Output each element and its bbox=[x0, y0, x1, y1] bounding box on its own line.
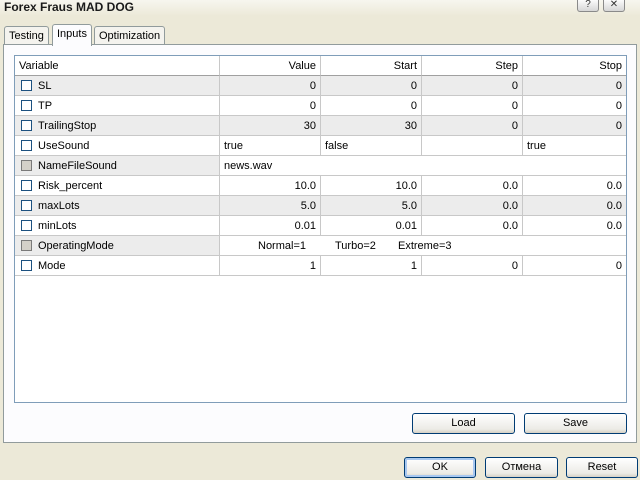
mode-option: Extreme=3 bbox=[398, 240, 452, 252]
variable-name: Mode bbox=[38, 260, 66, 272]
optimize-checkbox[interactable] bbox=[21, 180, 32, 191]
optimize-checkbox-disabled bbox=[21, 240, 32, 251]
value-cell[interactable]: news.wav bbox=[220, 156, 626, 176]
column-header-step[interactable]: Step bbox=[422, 56, 523, 76]
stop-cell[interactable]: 0.0 bbox=[523, 196, 626, 216]
table-row[interactable]: TrailingStop 30 30 0 0 bbox=[15, 116, 626, 136]
table-row[interactable]: TP 0 0 0 0 bbox=[15, 96, 626, 116]
table-row[interactable]: UseSound true false true bbox=[15, 136, 626, 156]
optimize-checkbox[interactable] bbox=[21, 100, 32, 111]
help-icon: ? bbox=[585, 0, 591, 10]
stop-cell[interactable]: 0.0 bbox=[523, 216, 626, 236]
variable-name: maxLots bbox=[38, 200, 80, 212]
variable-name: Risk_percent bbox=[38, 180, 103, 192]
value-cell[interactable]: 30 bbox=[220, 116, 321, 136]
start-cell[interactable]: 0 bbox=[321, 76, 422, 96]
value-cell[interactable]: 0.01 bbox=[220, 216, 321, 236]
window-title: Forex Fraus MAD DOG bbox=[4, 0, 135, 14]
help-button[interactable]: ? bbox=[577, 0, 599, 12]
value-cell[interactable]: 10.0 bbox=[220, 176, 321, 196]
tab-inputs[interactable]: Inputs bbox=[52, 24, 92, 46]
optimize-checkbox[interactable] bbox=[21, 140, 32, 151]
mode-option: Turbo=2 bbox=[335, 240, 376, 252]
column-header-variable[interactable]: Variable bbox=[15, 56, 220, 76]
optimize-checkbox[interactable] bbox=[21, 220, 32, 231]
start-cell[interactable]: 0.01 bbox=[321, 216, 422, 236]
column-header-stop[interactable]: Stop bbox=[523, 56, 626, 76]
variable-name: OperatingMode bbox=[38, 240, 114, 252]
optimize-checkbox[interactable] bbox=[21, 260, 32, 271]
step-cell[interactable] bbox=[422, 136, 523, 156]
table-row[interactable]: NameFileSound news.wav bbox=[15, 156, 626, 176]
mode-option: Normal=1 bbox=[258, 240, 306, 252]
title-bar: Forex Fraus MAD DOG ? ✕ bbox=[0, 0, 640, 16]
step-cell[interactable]: 0.0 bbox=[422, 196, 523, 216]
table-row[interactable]: SL 0 0 0 0 bbox=[15, 76, 626, 96]
variable-name: UseSound bbox=[38, 140, 90, 152]
table-row[interactable]: OperatingMode Normal=1 Turbo=2 Extreme=3 bbox=[15, 236, 626, 256]
ok-button[interactable]: OK bbox=[404, 457, 476, 478]
variable-name: SL bbox=[38, 80, 52, 92]
cancel-button[interactable]: Отмена bbox=[485, 457, 558, 478]
start-cell[interactable]: 5.0 bbox=[321, 196, 422, 216]
table-row[interactable]: Risk_percent 10.0 10.0 0.0 0.0 bbox=[15, 176, 626, 196]
stop-cell[interactable]: 0 bbox=[523, 256, 626, 276]
column-header-start[interactable]: Start bbox=[321, 56, 422, 76]
optimize-checkbox[interactable] bbox=[21, 120, 32, 131]
optimize-checkbox[interactable] bbox=[21, 200, 32, 211]
step-cell[interactable]: 0 bbox=[422, 256, 523, 276]
variable-name: TrailingStop bbox=[38, 120, 97, 132]
table-row[interactable]: minLots 0.01 0.01 0.0 0.0 bbox=[15, 216, 626, 236]
reset-button[interactable]: Reset bbox=[566, 457, 638, 478]
start-cell[interactable]: 0 bbox=[321, 96, 422, 116]
stop-cell[interactable]: 0 bbox=[523, 116, 626, 136]
tab-testing[interactable]: Testing bbox=[4, 26, 49, 45]
step-cell[interactable]: 0 bbox=[422, 116, 523, 136]
close-button[interactable]: ✕ bbox=[603, 0, 625, 12]
value-cell[interactable]: 5.0 bbox=[220, 196, 321, 216]
step-cell[interactable]: 0 bbox=[422, 96, 523, 116]
stop-cell[interactable]: 0 bbox=[523, 76, 626, 96]
tab-optimization[interactable]: Optimization bbox=[94, 26, 166, 45]
variable-name: NameFileSound bbox=[38, 160, 117, 172]
optimize-checkbox-disabled bbox=[21, 160, 32, 171]
table-header: Variable Value Start Step Stop bbox=[15, 56, 626, 76]
column-header-value[interactable]: Value bbox=[220, 56, 321, 76]
table-row[interactable]: maxLots 5.0 5.0 0.0 0.0 bbox=[15, 196, 626, 216]
start-cell[interactable]: 1 bbox=[321, 256, 422, 276]
step-cell[interactable]: 0 bbox=[422, 76, 523, 96]
table-row[interactable]: Mode 1 1 0 0 bbox=[15, 256, 626, 276]
start-cell[interactable]: 30 bbox=[321, 116, 422, 136]
step-cell[interactable]: 0.0 bbox=[422, 176, 523, 196]
start-cell[interactable]: false bbox=[321, 136, 422, 156]
variable-name: TP bbox=[38, 100, 53, 112]
stop-cell[interactable]: 0 bbox=[523, 96, 626, 116]
stop-cell[interactable]: 0.0 bbox=[523, 176, 626, 196]
step-cell[interactable]: 0.0 bbox=[422, 216, 523, 236]
load-button[interactable]: Load bbox=[412, 413, 515, 434]
save-button[interactable]: Save bbox=[524, 413, 627, 434]
value-cell[interactable]: 1 bbox=[220, 256, 321, 276]
stop-cell[interactable]: true bbox=[523, 136, 626, 156]
variable-name: minLots bbox=[38, 220, 77, 232]
optimize-checkbox[interactable] bbox=[21, 80, 32, 91]
value-cell[interactable]: true bbox=[220, 136, 321, 156]
inputs-table: Variable Value Start Step Stop SL 0 0 0 … bbox=[14, 55, 627, 403]
value-cell[interactable]: 0 bbox=[220, 76, 321, 96]
close-icon: ✕ bbox=[609, 0, 619, 10]
value-cell[interactable]: 0 bbox=[220, 96, 321, 116]
start-cell[interactable]: 10.0 bbox=[321, 176, 422, 196]
mode-options: Normal=1 Turbo=2 Extreme=3 bbox=[220, 236, 626, 256]
